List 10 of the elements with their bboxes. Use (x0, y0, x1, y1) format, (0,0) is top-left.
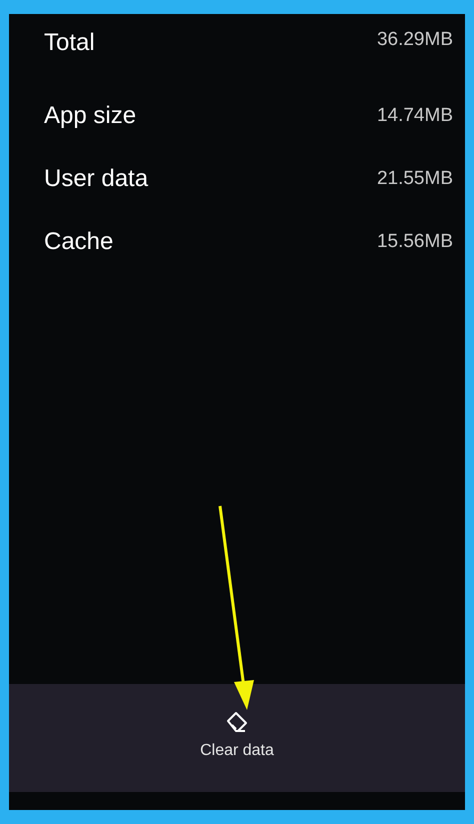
clear-data-button[interactable]: Clear data (200, 710, 274, 760)
storage-label: User data (44, 165, 148, 193)
storage-label: Total (44, 29, 95, 57)
storage-value: 21.55MB (376, 168, 453, 190)
storage-label: Cache (44, 228, 114, 256)
storage-value: 36.29MB (376, 29, 453, 51)
storage-value: 15.56MB (376, 231, 453, 253)
storage-value: 14.74MB (376, 105, 453, 127)
eraser-icon (224, 710, 249, 734)
storage-label: App size (44, 102, 136, 130)
